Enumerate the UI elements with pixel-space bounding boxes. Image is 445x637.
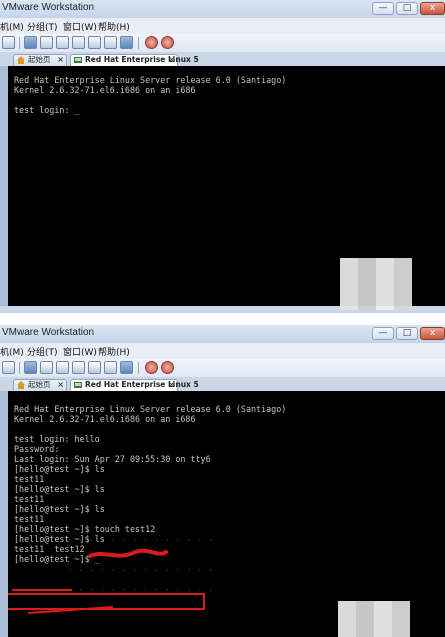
tab-home[interactable]: 起始页 × [13,379,67,391]
toolbar-separator [19,362,20,374]
separator [0,313,445,325]
console-line: test login: _ [14,105,80,115]
view-summary-icon[interactable] [56,36,69,49]
sidebar-collapsed [0,66,8,306]
console-line: Kernel 2.6.32-71.el6.i686 on an i686 [14,414,196,424]
view-quick-switch-icon[interactable] [24,36,37,49]
menu-window[interactable]: 窗口(W) [63,20,97,33]
unity-icon[interactable] [104,36,117,49]
toolbar [0,34,445,52]
snapshot-icon[interactable] [145,361,158,374]
sidebar-collapsed [0,391,8,637]
console-line: [hello@test ~]$ _ [14,554,100,564]
console-line: Kernel 2.6.32-71.el6.i686 on an i686 [14,85,196,95]
window-title: VMware Workstation [2,2,95,13]
menu-bar: 机(M) 分组(T) 窗口(W) 帮助(H) [0,343,445,359]
vmware-window-1: VMware Workstation — □ x 机(M) 分组(T) 窗口(W… [0,0,445,313]
close-button[interactable]: x [420,327,445,340]
close-icon[interactable]: × [168,380,175,390]
toolbar [0,359,445,377]
toolbar-icon[interactable] [2,361,15,374]
highlight-box-annotation [8,593,205,610]
close-icon[interactable]: × [168,55,175,65]
menu-bar: 机(M) 分组(T) 窗口(W) 帮助(H) [0,18,445,34]
menu-team[interactable]: 分组(T) [27,345,58,358]
view-console-icon[interactable] [40,361,53,374]
toolbar-separator [138,362,139,374]
menu-help[interactable]: 帮助(H) [98,20,130,33]
title-bar[interactable]: VMware Workstation — □ x [0,325,445,343]
dot-artefact: · · · · · · · · · · · · · · [68,537,213,544]
tab-label: 起始页 [28,380,51,389]
toolbar-separator [19,37,20,49]
view-appliance-icon[interactable] [72,361,85,374]
show-console-icon[interactable] [120,36,133,49]
vm-icon [74,382,82,388]
restore-button[interactable]: □ [396,2,418,15]
home-icon [17,381,25,389]
watermark-blur [340,258,412,310]
tab-label: 起始页 [28,55,51,64]
show-console-icon[interactable] [120,361,133,374]
dot-artefact: · · · · · · · · · · · · · · [68,567,213,574]
menu-help[interactable]: 帮助(H) [98,345,130,358]
revert-snapshot-icon[interactable] [161,36,174,49]
red-scribble-annotation [88,548,168,558]
restore-button[interactable]: □ [396,327,418,340]
vm-icon [74,57,82,63]
toolbar-separator [138,37,139,49]
title-bar[interactable]: VMware Workstation — □ x [0,0,445,18]
full-screen-icon[interactable] [88,361,101,374]
minimize-button[interactable]: — [372,327,394,340]
tab-rhel5[interactable]: Red Hat Enterprise Linux 5 × [70,54,199,66]
full-screen-icon[interactable] [88,36,101,49]
unity-icon[interactable] [104,361,117,374]
menu-vm[interactable]: 机(M) [0,20,24,33]
revert-snapshot-icon[interactable] [161,361,174,374]
tab-label: Red Hat Enterprise Linux 5 [85,380,199,389]
snapshot-icon[interactable] [145,36,158,49]
view-summary-icon[interactable] [56,361,69,374]
tab-home[interactable]: 起始页 × [13,54,67,66]
home-icon [17,56,25,64]
tab-rhel5[interactable]: Red Hat Enterprise Linux 5 × [70,379,199,391]
watermark-blur [338,601,410,637]
view-quick-switch-icon[interactable] [24,361,37,374]
toolbar-icon[interactable] [2,36,15,49]
view-appliance-icon[interactable] [72,36,85,49]
menu-team[interactable]: 分组(T) [27,20,58,33]
close-button[interactable]: x [420,2,445,15]
tab-label: Red Hat Enterprise Linux 5 [85,55,199,64]
tab-bar: 起始页 × Red Hat Enterprise Linux 5 × [0,52,445,66]
view-console-icon[interactable] [40,36,53,49]
menu-vm[interactable]: 机(M) [0,345,24,358]
strike-annotation [12,589,72,591]
menu-window[interactable]: 窗口(W) [63,345,97,358]
vmware-window-2: VMware Workstation — □ x 机(M) 分组(T) 窗口(W… [0,325,445,637]
close-icon[interactable]: × [57,55,64,65]
tab-bar: 起始页 × Red Hat Enterprise Linux 5 × [0,377,445,391]
close-icon[interactable]: × [57,380,64,390]
window-title: VMware Workstation [2,327,95,338]
minimize-button[interactable]: — [372,2,394,15]
